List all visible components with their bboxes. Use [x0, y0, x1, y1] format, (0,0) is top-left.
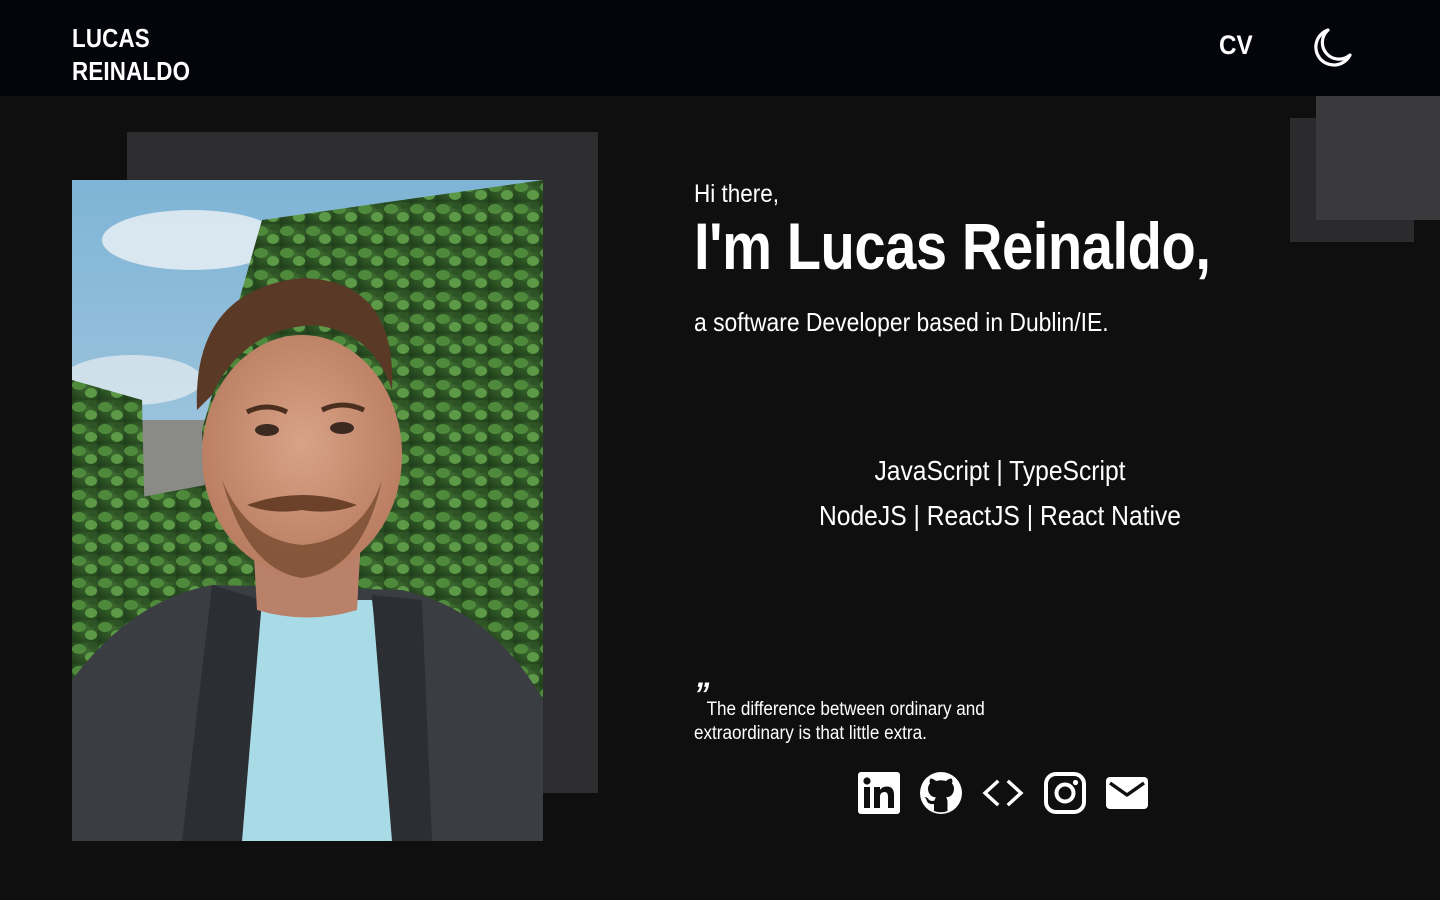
- decorative-square: [1316, 96, 1440, 220]
- top-header: LUCAS REINALDO CV: [0, 0, 1440, 96]
- site-logo[interactable]: LUCAS REINALDO: [72, 22, 190, 88]
- instagram-link[interactable]: [1043, 771, 1087, 815]
- mail-icon: [1106, 777, 1148, 809]
- quote-block: ” The difference between ordinary and ex…: [694, 678, 1018, 746]
- linkedin-icon: [858, 772, 900, 814]
- hero-tagline: a software Developer based in Dublin/IE.: [694, 307, 1109, 337]
- social-links: [857, 771, 1149, 815]
- github-link[interactable]: [919, 771, 963, 815]
- github-icon: [920, 772, 962, 814]
- logo-last-name: REINALDO: [72, 56, 191, 86]
- code-link[interactable]: [981, 771, 1025, 815]
- cv-link[interactable]: CV: [1219, 30, 1253, 61]
- logo-first-name: LUCAS: [72, 23, 150, 53]
- profile-photo: [72, 180, 543, 841]
- code-icon: [982, 779, 1024, 807]
- instagram-icon: [1044, 772, 1086, 814]
- portfolio-page: LUCAS REINALDO CV Hi there, I'm Lucas Re…: [0, 0, 1440, 900]
- linkedin-link[interactable]: [857, 771, 901, 815]
- moon-icon: [1314, 28, 1352, 67]
- skills-line: NodeJS | ReactJS | React Native: [818, 500, 1182, 531]
- quote-text: The difference between ordinary and extr…: [694, 699, 985, 744]
- greeting-text: Hi there,: [694, 180, 780, 208]
- hero-name: I'm Lucas Reinaldo,: [694, 209, 1211, 283]
- skills-list: JavaScript | TypeScript NodeJS | ReactJS…: [760, 448, 1240, 538]
- email-link[interactable]: [1105, 771, 1149, 815]
- quote-mark: ”: [694, 676, 710, 714]
- theme-toggle-button[interactable]: [1310, 27, 1354, 69]
- skills-line: JavaScript | TypeScript: [874, 455, 1126, 486]
